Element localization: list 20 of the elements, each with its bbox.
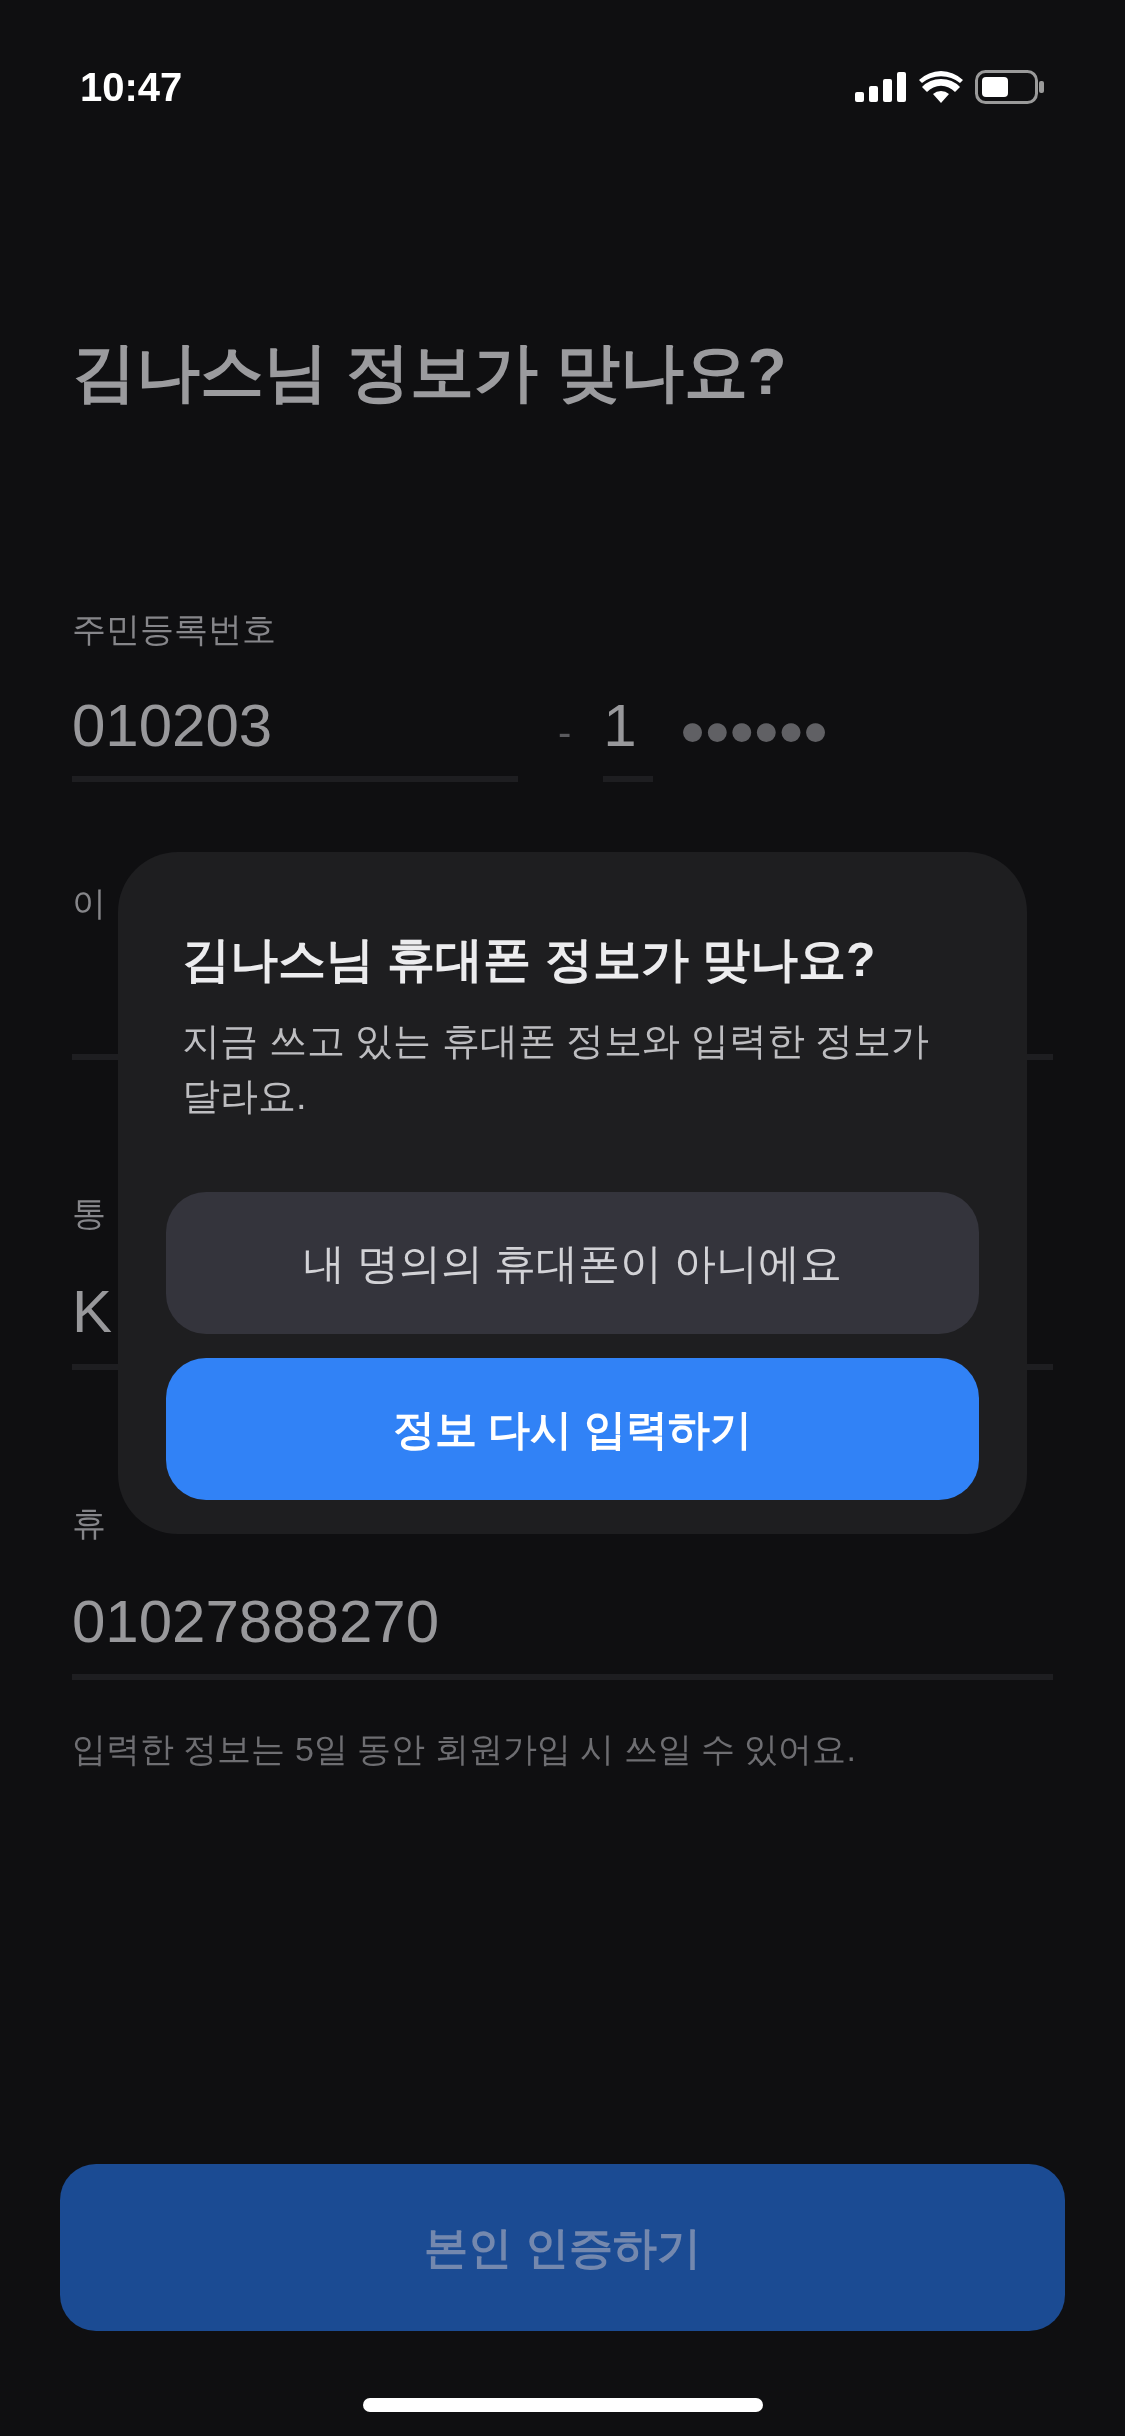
battery-icon xyxy=(975,70,1045,104)
masked-digits: ●●●●●● xyxy=(679,708,827,752)
field-label: 주민등록번호 xyxy=(72,612,277,646)
dialog-message: 지금 쓰고 있는 휴대폰 정보와 입력한 정보가 달라요. xyxy=(181,1019,931,1120)
field-label: 이 xyxy=(72,886,106,920)
field-label: 통 xyxy=(72,1196,106,1230)
signal-icon xyxy=(855,72,907,102)
page-title: 김나스님 정보가 맞나요? xyxy=(72,340,788,404)
id-front-field[interactable]: 010203 xyxy=(72,676,518,782)
field-value: 01027888270 xyxy=(72,1592,440,1652)
wifi-icon xyxy=(919,71,963,103)
dialog-title: 김나스님 휴대폰 정보가 맞나요? xyxy=(181,932,877,988)
field-label: 휴 xyxy=(72,1506,106,1540)
field-value: K xyxy=(72,1282,113,1342)
id-back-field[interactable]: 1 xyxy=(603,676,654,782)
dialog-button[interactable]: 내 명의의 휴대폰이 아니에요 xyxy=(166,1192,979,1335)
dialog-button[interactable]: 정보 다시 입력하기 xyxy=(166,1358,979,1501)
id-separator: - xyxy=(558,712,572,752)
status-time: 10:47 xyxy=(80,64,183,111)
info-note: 입력한 정보는 5일 동안 회원가입 시 쓰일 수 있어요. xyxy=(72,1729,857,1770)
